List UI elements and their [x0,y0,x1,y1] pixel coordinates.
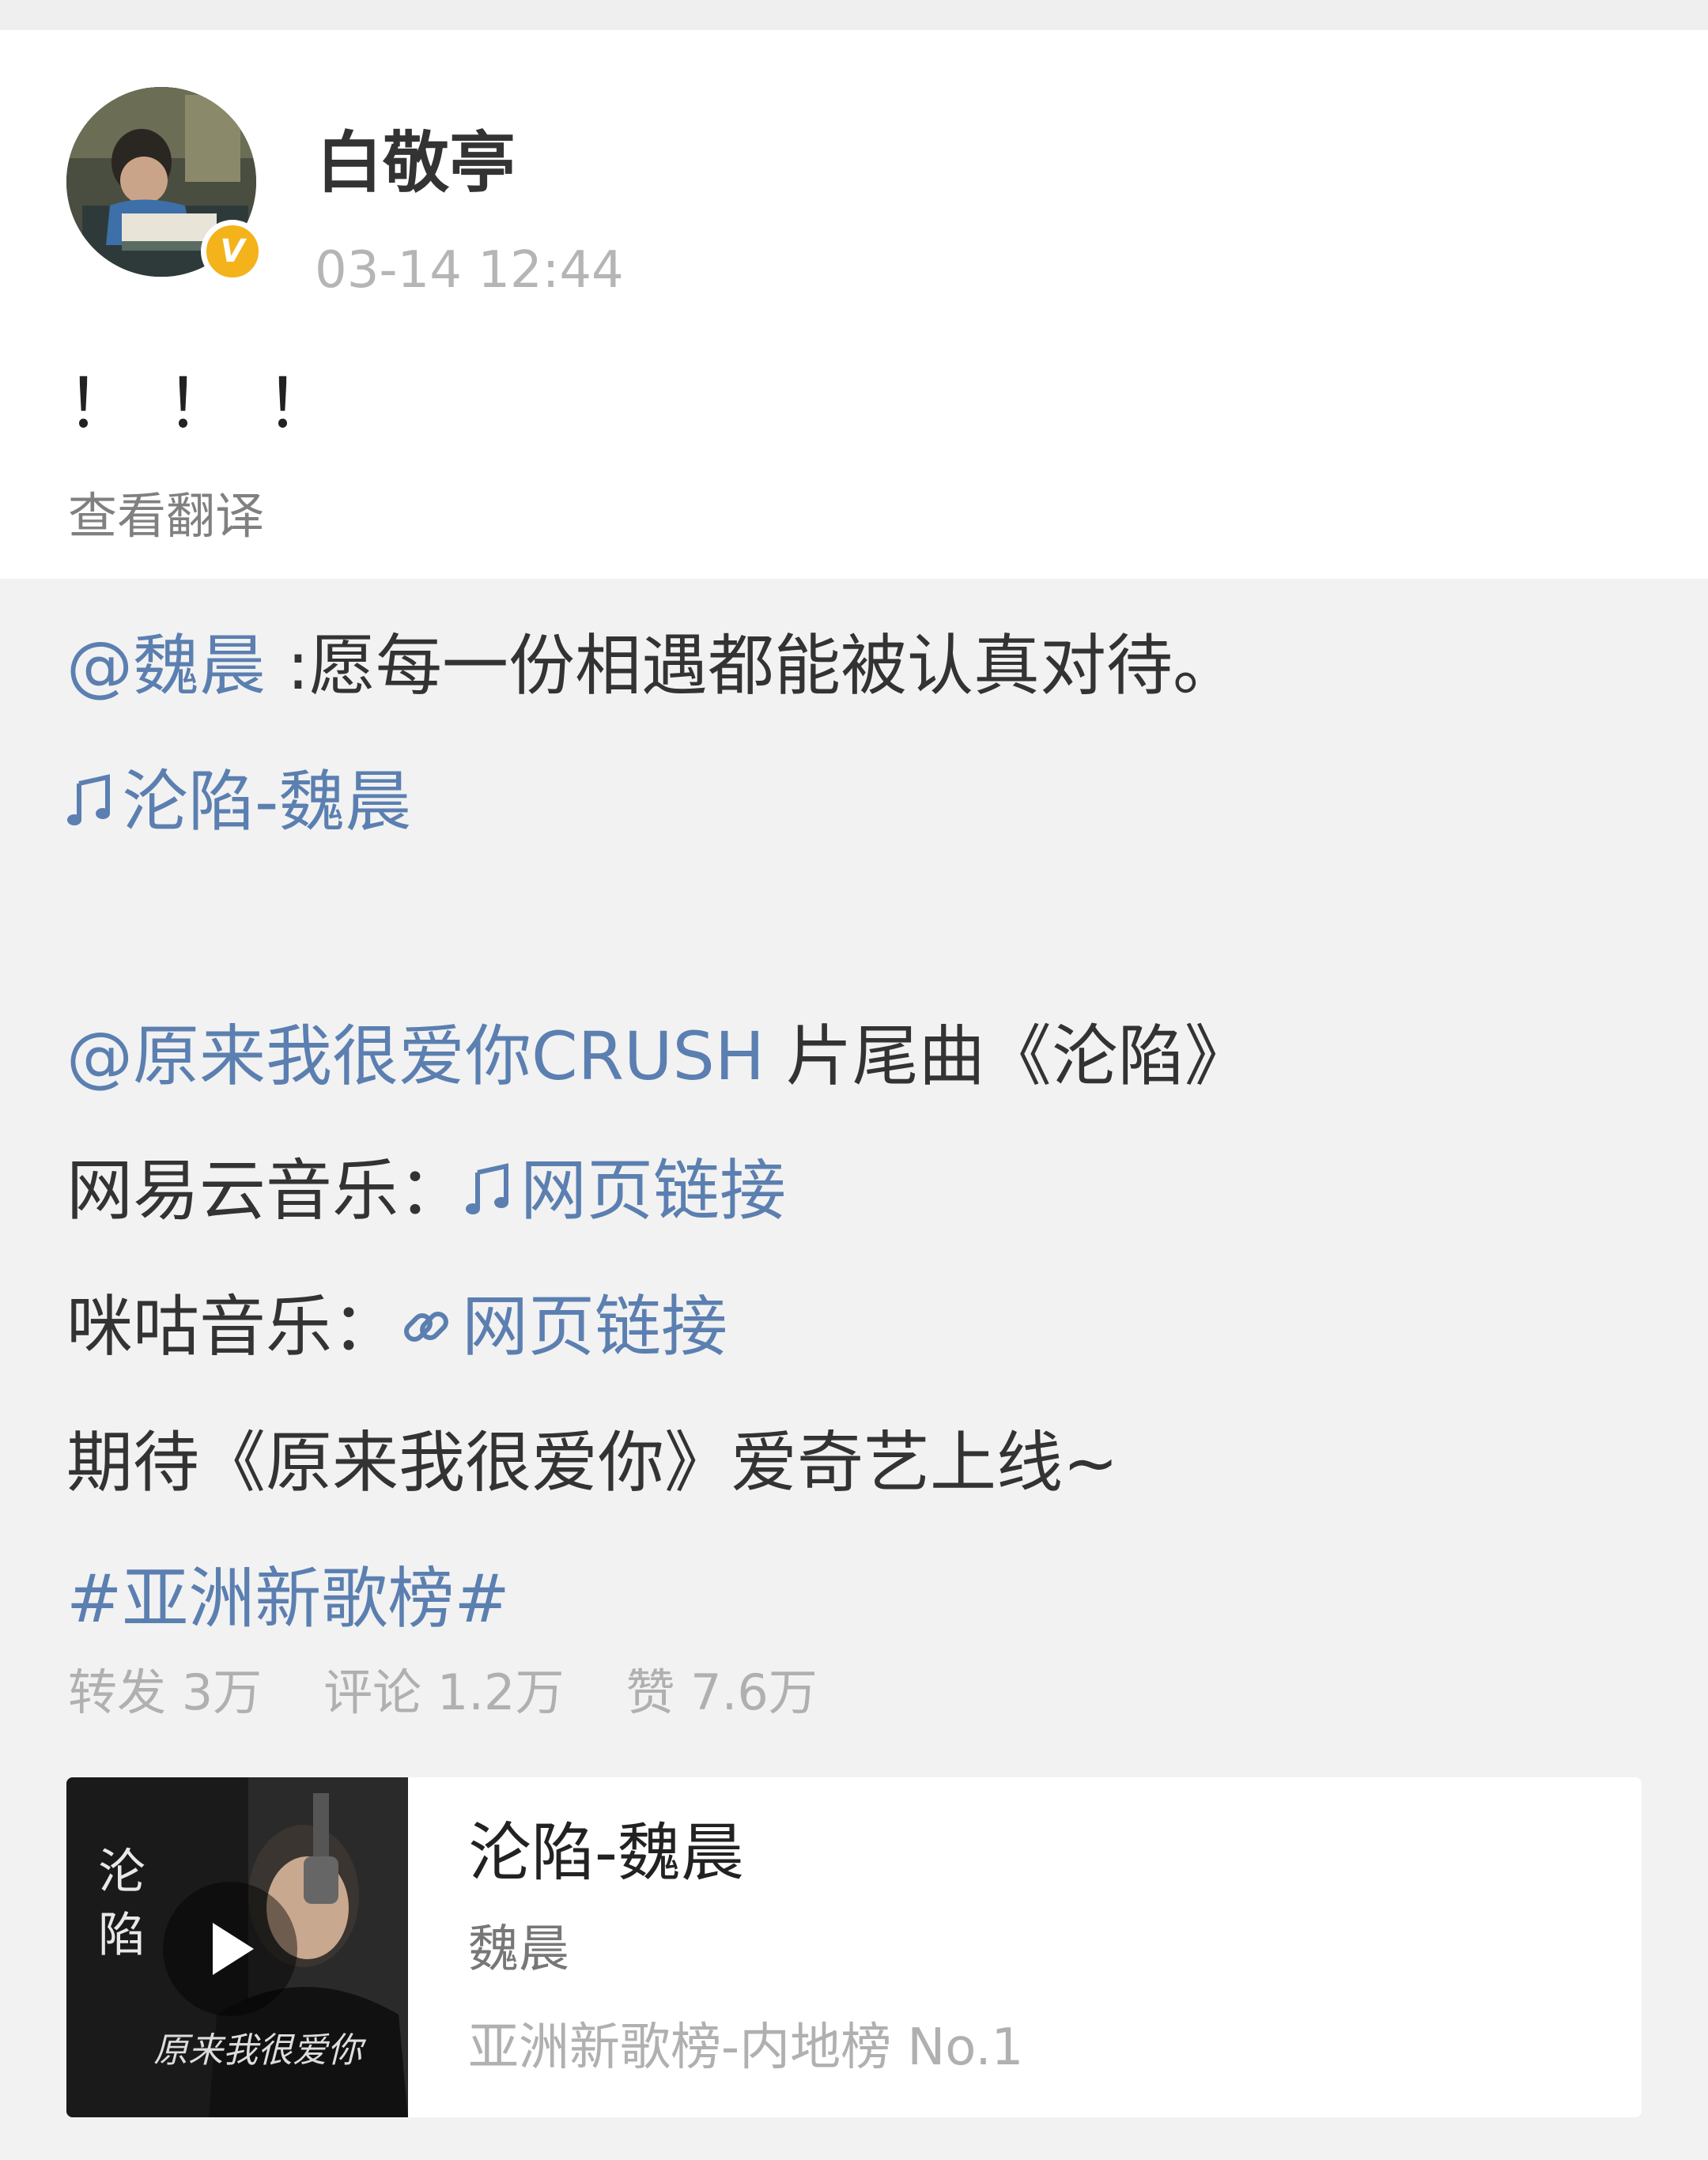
song-title: 沦陷-魏晨 [468,1816,744,1890]
netease-link[interactable]: 网页链接 [465,1152,786,1229]
mention-crush[interactable]: @原来我很爱你CRUSH [66,1018,765,1095]
migu-link-label[interactable]: 网页链接 [462,1288,727,1365]
view-translation-link[interactable]: 查看翻译 [68,492,264,541]
ending-song-text: 片尾曲《沦陷》 [765,1018,1251,1095]
repost-line-netease: 网易云音乐： 网页链接 [66,1157,786,1229]
post-timestamp: 03-14 12:44 [315,241,624,300]
album-cover: 沦 陷 原来我很爱你 [66,1777,408,2117]
verified-badge-icon: V [201,220,264,283]
play-button[interactable] [163,1882,297,2016]
play-icon [213,1923,254,1975]
like-count[interactable]: 赞 7.6万 [625,1663,817,1721]
netease-label: 网易云音乐： [66,1152,466,1229]
cover-vertical-title-2: 陷 [98,1908,145,1963]
top-strip [0,0,1708,30]
username[interactable]: 白敬亭 [316,130,516,196]
migu-link[interactable]: 网页链接 [399,1288,727,1365]
repost-count[interactable]: 转发 3万 [68,1663,262,1721]
cover-script-title: 原来我很爱你 [153,2030,367,2071]
music-note-icon [465,1162,512,1229]
post-text: ！！！ [66,364,365,444]
cover-vertical-title-1: 沦 [98,1845,145,1900]
music-note-icon [66,773,114,840]
repost-line-expect: 期待《原来我很爱你》爱奇艺上线~ [66,1424,1119,1501]
repost-line-migu: 咪咕音乐： 网页链接 [66,1293,727,1365]
hashtag-asia-chart[interactable]: #亚洲新歌榜# [66,1565,510,1632]
netease-link-label[interactable]: 网页链接 [520,1152,786,1229]
song-artist: 魏晨 [468,1920,569,1979]
link-icon [399,1298,454,1365]
comment-count[interactable]: 评论 1.2万 [323,1663,564,1721]
mention-weichen[interactable]: @魏晨 [66,627,266,704]
repost-quote: :愿每一份相遇都能被认真对待。 [266,627,1240,704]
music-link-label[interactable]: 沦陷-魏晨 [122,763,411,840]
song-chart-rank: 亚洲新歌榜-内地榜 No.1 [468,2018,1024,2077]
post-card: V 白敬亭 03-14 12:44 ！！！ 查看翻译 [0,30,1708,579]
repost-line-3: @原来我很爱你CRUSH 片尾曲《沦陷》 [66,1023,1251,1089]
music-link[interactable]: 沦陷-魏晨 [66,768,411,840]
music-card[interactable]: 沦 陷 原来我很爱你 沦陷-魏晨 魏晨 亚洲新歌榜-内地榜 No.1 [66,1777,1642,2117]
repost-line-1: @魏晨 :愿每一份相遇都能被认真对待。 [66,633,1239,699]
repost-stats: 转发 3万 评论 1.2万赞 7.6万 [68,1668,879,1717]
migu-label: 咪咕音乐： [66,1288,399,1365]
